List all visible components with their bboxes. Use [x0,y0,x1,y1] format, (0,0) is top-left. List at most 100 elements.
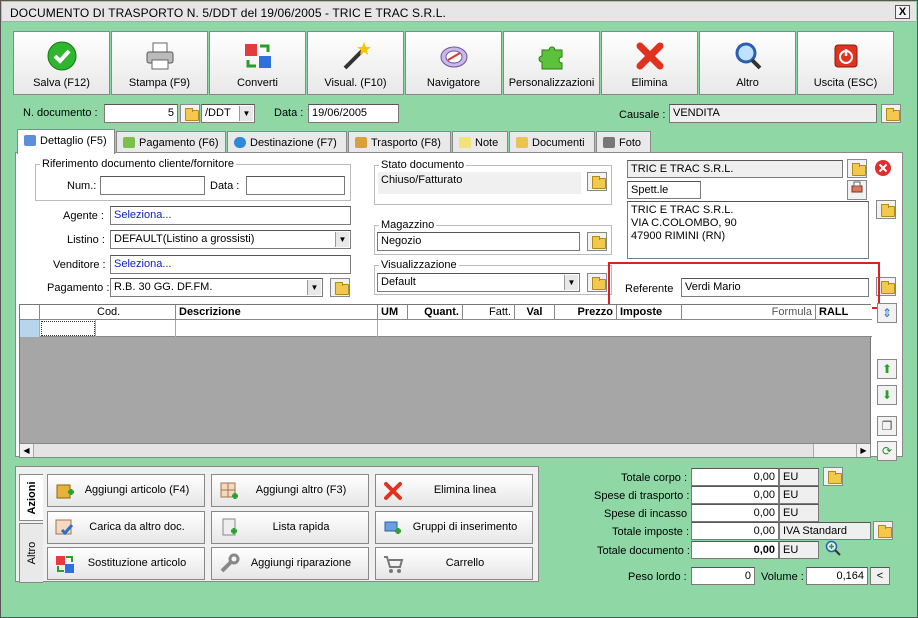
volume-input[interactable]: 0,164 [806,567,868,585]
causale-input[interactable]: VENDITA [669,104,877,123]
gross-weight-input[interactable]: 0 [691,567,755,585]
insert-group-button[interactable]: Gruppi di inserimento [375,511,533,544]
address-folder-button[interactable] [876,200,896,219]
tab-destinazione[interactable]: Destinazione (F7) [227,131,347,153]
grid-col-fatt[interactable]: Fatt. [463,305,515,320]
client-name-input[interactable]: TRIC E TRAC S.R.L. [627,160,843,178]
print-button[interactable]: Stampa (F9) [111,31,208,95]
agente-input[interactable]: Seleziona... [110,206,351,225]
save-button[interactable]: Salva (F12) [13,31,110,95]
volume-calc-button[interactable]: < [870,567,890,585]
refresh-row-button[interactable]: ⟳ [877,441,897,461]
causale-folder-button[interactable] [881,104,901,123]
address-line: VIA C.COLOMBO, 90 [631,217,737,229]
grid-col-val[interactable]: Val [515,305,555,320]
magazzino-input[interactable]: Negozio [377,232,580,251]
scroll-thumb[interactable] [34,444,814,457]
print-label-button[interactable] [847,180,867,200]
customize-button[interactable]: Personalizzazioni [503,31,600,95]
grid-col-prezzo[interactable]: Prezzo [555,305,617,320]
delete-line-button[interactable]: Elimina linea [375,474,533,507]
grid-horizontal-scrollbar[interactable]: ◀ ▶ [19,443,871,458]
collection-cost-value[interactable]: 0,00 [691,504,779,522]
scroll-left-icon[interactable]: ◀ [20,444,34,457]
pagamento-folder-button[interactable] [330,278,350,297]
tab-pagamento[interactable]: Pagamento (F6) [116,131,226,153]
globe-icon [234,137,246,148]
salutation-input[interactable]: Spett.le [627,181,701,199]
load-doc-button[interactable]: Carica da altro doc. [47,511,205,544]
scroll-right-icon[interactable]: ▶ [856,444,870,457]
venditore-input[interactable]: Seleziona... [110,255,351,274]
pagamento-select[interactable]: R.B. 30 GG. DF.FM. ▼ [110,278,323,297]
delete-button[interactable]: Elimina [601,31,698,95]
convert-button[interactable]: Converti [209,31,306,95]
navigator-button[interactable]: Navigatore [405,31,502,95]
transport-cost-value[interactable]: 0,00 [691,486,779,504]
add-article-button[interactable]: Aggiungi articolo (F4) [47,474,205,507]
total-tax-folder-button[interactable] [873,521,893,540]
convert-icon [244,44,271,68]
grid-cell[interactable] [96,320,176,337]
tab-documenti[interactable]: Documenti [509,131,595,153]
add-repair-button[interactable]: Aggiungi riparazione [211,547,369,580]
grid-cell[interactable] [176,320,378,337]
grid-col-descrizione[interactable]: Descrizione [176,305,378,320]
grid-col-rall[interactable]: RALL [816,305,872,320]
add-other-button[interactable]: Aggiungi altro (F3) [211,474,369,507]
total-body-folder-button[interactable] [823,467,843,486]
exit-button[interactable]: Uscita (ESC) [797,31,894,95]
ndoc-spin-button[interactable] [180,104,200,123]
listino-select[interactable]: DEFAULT(Listino a grossisti) ▼ [110,230,351,249]
other-button[interactable]: Altro [699,31,796,95]
move-down-button[interactable]: ⬇ [877,385,897,405]
items-grid[interactable]: Cod. Descrizione UM Quant. Fatt. Val Pre… [19,304,872,458]
tab-altro[interactable]: Altro [19,523,43,583]
magazzino-folder-button[interactable] [587,232,607,251]
grid-col-quant[interactable]: Quant. [408,305,463,320]
grid-col-imposte[interactable]: Imposte [617,305,682,320]
tab-label: Dettaglio (F5) [40,135,107,147]
grid-col-formula[interactable]: Formula [682,305,816,320]
tab-trasporto[interactable]: Trasporto (F8) [348,131,451,153]
move-up-button[interactable]: ⬆ [877,359,897,379]
tab-dettaglio[interactable]: Dettaglio (F5) [17,129,115,154]
series-select[interactable]: /DDT ▼ [201,104,255,123]
date-input[interactable]: 19/06/2005 [308,104,399,123]
stato-folder-button[interactable] [587,172,607,191]
tab-note[interactable]: Note [452,131,508,153]
grid-col-um[interactable]: UM [378,305,408,320]
rif-date-input[interactable] [246,176,345,195]
visualizzazione-select[interactable]: Default ▼ [377,273,580,292]
close-button[interactable]: X [895,5,910,19]
visualizzazione-folder-button[interactable] [587,273,607,292]
cart-button[interactable]: Carrello [375,547,533,580]
listino-label: Listino : [67,234,105,246]
quick-list-button[interactable]: Lista rapida [211,511,369,544]
row-selector[interactable] [20,320,40,337]
address-line: TRIC E TRAC S.R.L. [631,204,734,216]
grid-cell[interactable] [378,320,872,337]
remove-client-button[interactable] [873,159,893,179]
view-label: Visual. (F10) [324,77,387,89]
zoom-total-button[interactable] [823,540,843,560]
copy-row-button[interactable]: ❐ [877,416,897,436]
grid-col-cod[interactable]: Cod. [94,305,176,320]
replace-article-button[interactable]: Sostituzione articolo [47,547,205,580]
other-label: Altro [736,77,759,89]
grid-cell[interactable] [40,320,96,337]
num-input[interactable] [100,176,205,195]
ndoc-input[interactable]: 5 [104,104,178,123]
tab-azioni[interactable]: Azioni [19,474,43,521]
view-button[interactable]: Visual. (F10) [307,31,404,95]
magic-wand-icon [343,42,371,70]
add-article-icon [56,484,74,499]
tab-foto[interactable]: Foto [596,131,651,153]
tab-label: Note [475,137,499,149]
chevron-down-icon: ▼ [335,232,349,247]
table-row[interactable] [20,320,872,337]
rif-date-label: Data : [210,180,240,192]
address-box[interactable]: TRIC E TRAC S.R.L. VIA C.COLOMBO, 90 479… [627,201,869,259]
client-folder-button[interactable] [847,159,867,178]
move-row-button[interactable]: ⇕ [877,303,897,323]
